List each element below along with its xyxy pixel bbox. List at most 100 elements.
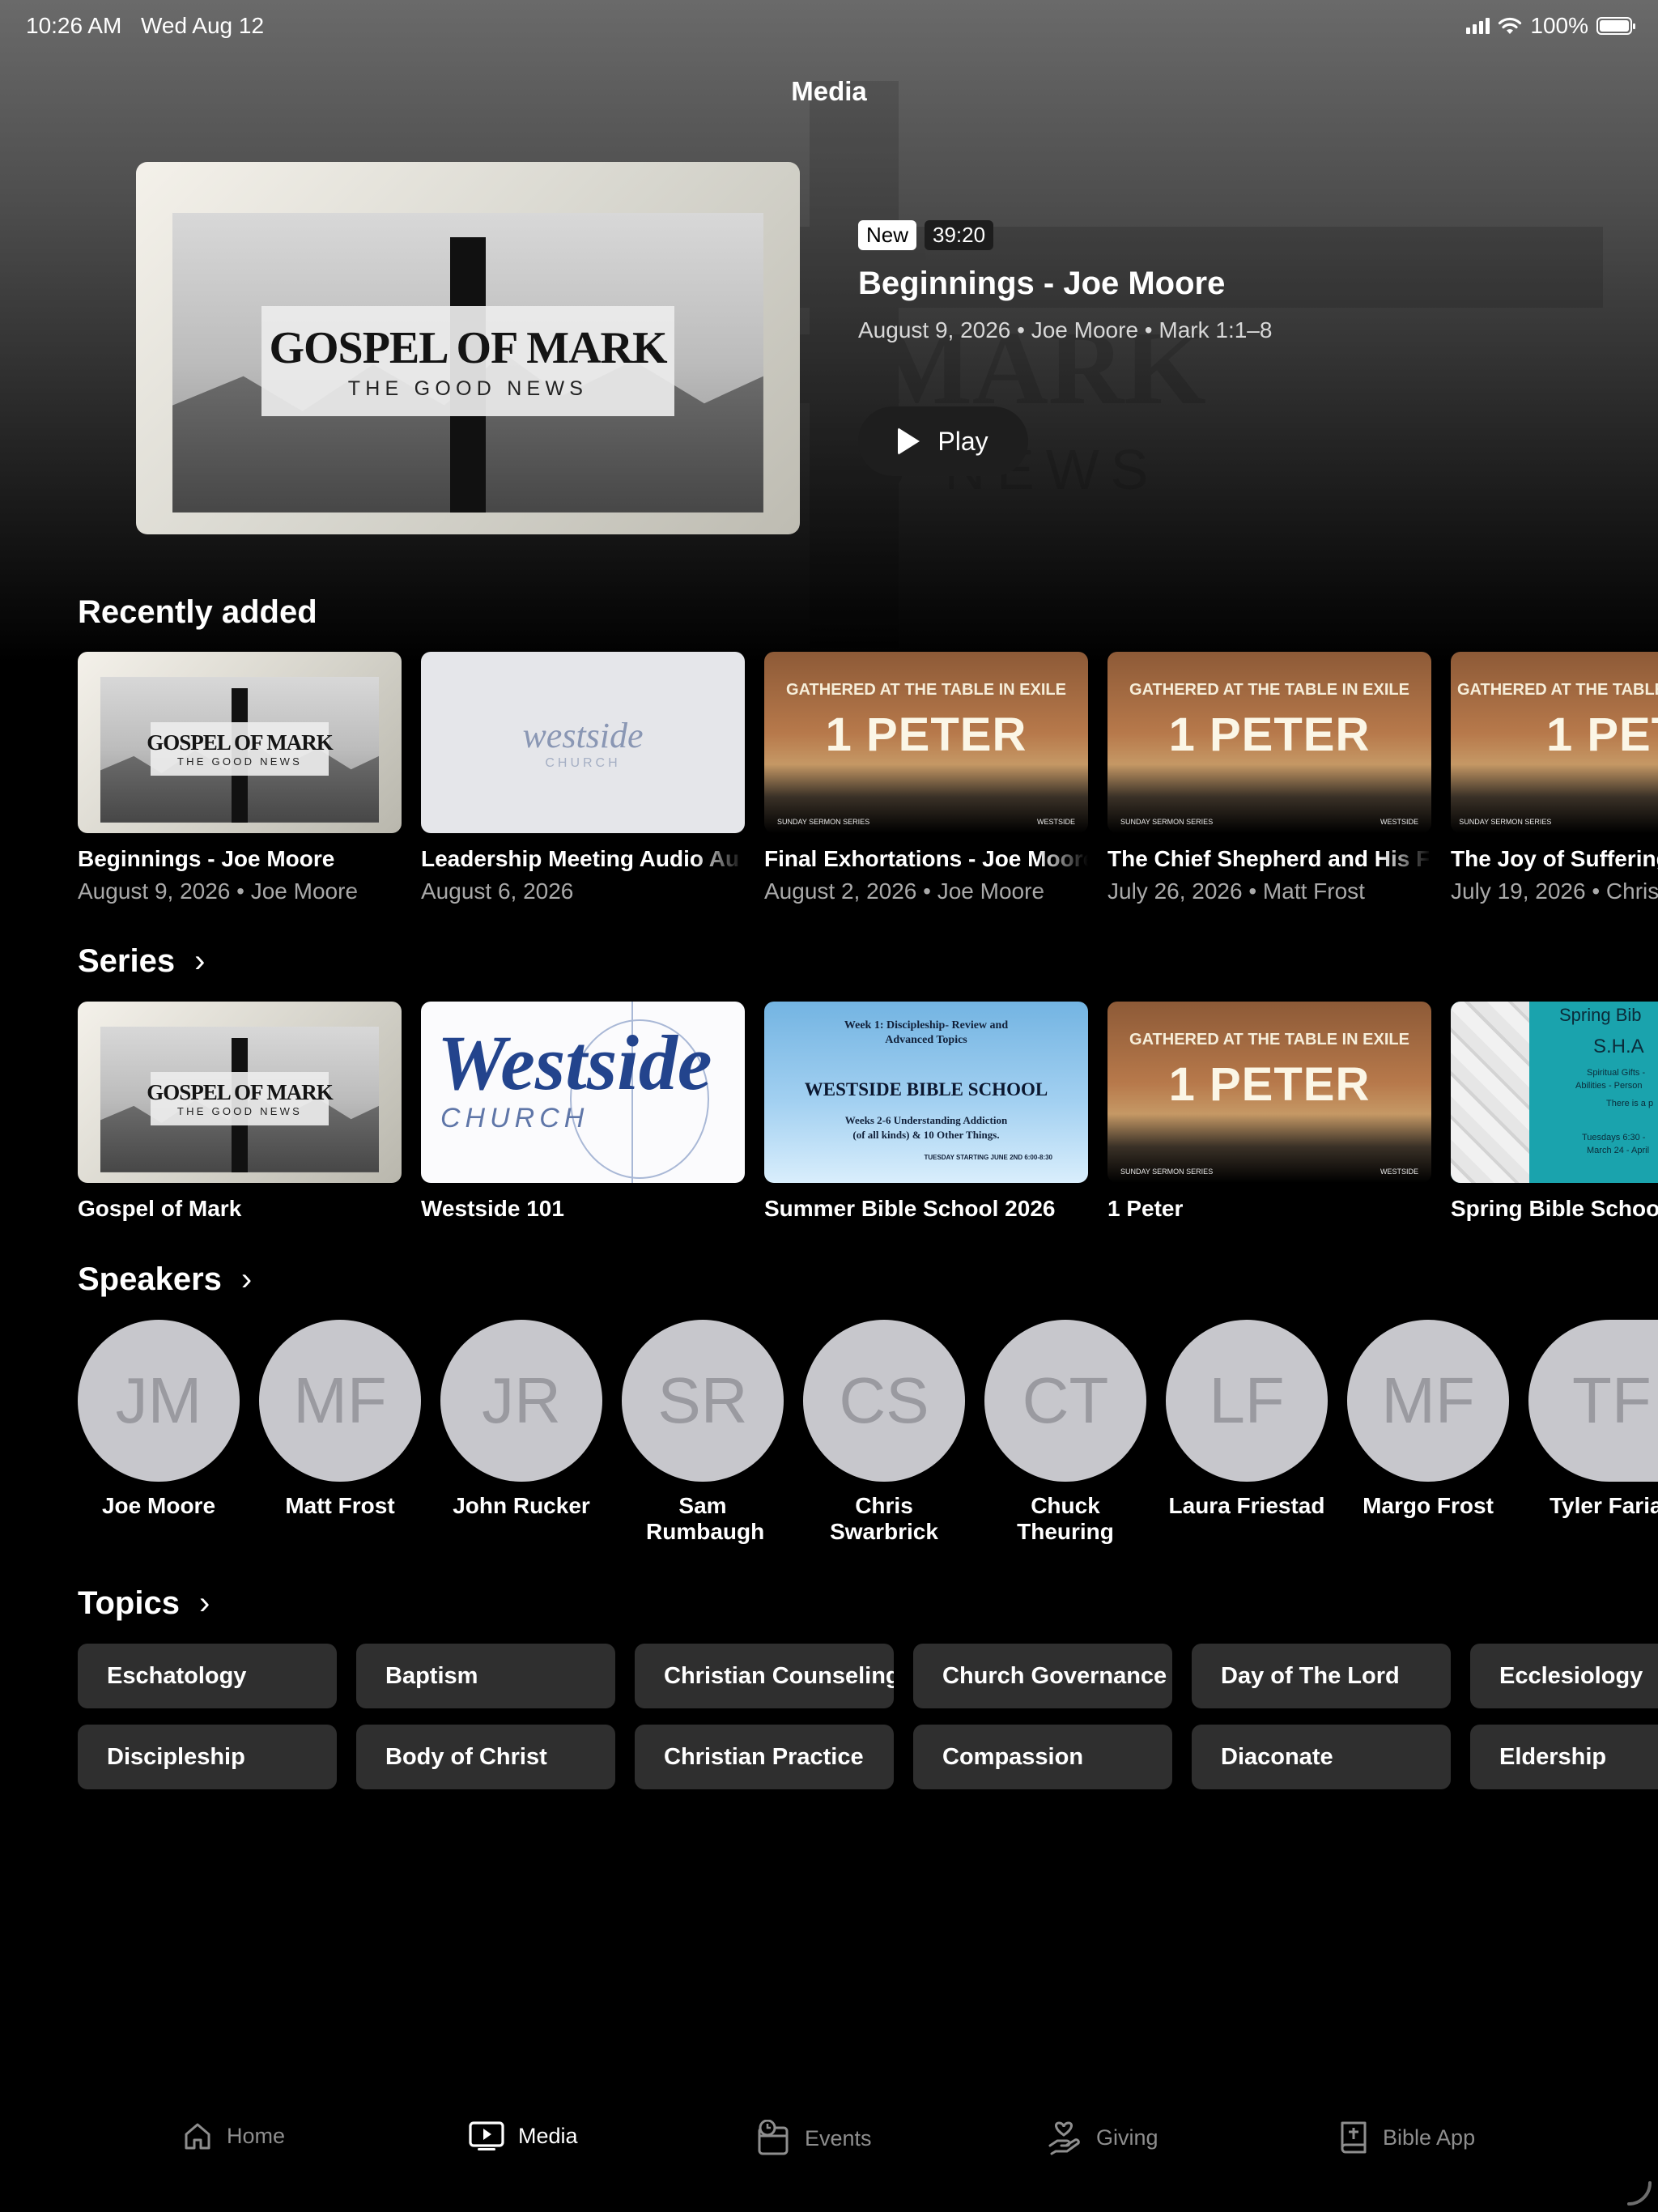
series-item-2-artwork[interactable]: Westside CHURCH xyxy=(421,1002,745,1183)
series-item-3-artwork[interactable]: Week 1: Discipleship- Review and Advance… xyxy=(764,1002,1088,1183)
series-heading[interactable]: Series › xyxy=(78,943,205,980)
wifi-icon xyxy=(1499,17,1522,34)
art-footer: WESTSIDE xyxy=(1036,818,1075,827)
recent-item-5-title[interactable]: The Joy of Suffering xyxy=(1451,846,1658,872)
house-icon xyxy=(185,2123,210,2150)
art-subtitle: GATHERED AT THE TABLE IN EXILE xyxy=(1457,680,1658,699)
tab-home-label: Home xyxy=(227,2123,286,2148)
speakers-heading[interactable]: Speakers › xyxy=(78,1261,252,1298)
tab-giving-label: Giving xyxy=(1096,2125,1158,2150)
tab-giving[interactable]: Giving xyxy=(1048,2120,1158,2155)
speaker-avatar[interactable]: JM xyxy=(78,1320,240,1482)
speaker-name[interactable]: Matt Frost xyxy=(251,1493,429,1519)
battery-percent: 100% xyxy=(1530,13,1588,38)
topic-chip[interactable]: Christian Practice xyxy=(635,1725,894,1789)
status-bar: 10:26 AM Wed Aug 12 100% xyxy=(26,13,1635,45)
hero-title: Beginnings - Joe Moore xyxy=(858,266,1226,301)
topic-chip[interactable]: Eschatology xyxy=(78,1644,337,1708)
series-item-3-title[interactable]: Summer Bible School 2026 xyxy=(764,1196,1088,1222)
speaker-name[interactable]: Margo Frost xyxy=(1339,1493,1517,1519)
art-footer: SUNDAY SERMON SERIES xyxy=(1120,1168,1214,1176)
book-plus-icon xyxy=(1341,2121,1367,2154)
speaker-avatar[interactable]: SR xyxy=(622,1320,784,1482)
hand-heart-icon xyxy=(1048,2121,1080,2155)
tab-events[interactable]: Events xyxy=(756,2120,872,2157)
new-badge: New xyxy=(858,220,917,250)
series-item-4-artwork[interactable]: GATHERED AT THE TABLE IN EXILE 1 PETER S… xyxy=(1107,1002,1431,1183)
speaker-name[interactable]: Chuck Theuring xyxy=(976,1493,1154,1545)
art-title: 1 PETER xyxy=(1168,1058,1371,1112)
play-label: Play xyxy=(937,426,988,456)
speaker-avatar[interactable]: JR xyxy=(440,1320,602,1482)
topic-chip[interactable]: Body of Christ xyxy=(356,1725,615,1789)
speaker-avatar[interactable]: LF xyxy=(1166,1320,1328,1482)
art-text: Weeks 2-6 Understanding Addiction (of al… xyxy=(844,1114,1008,1141)
speaker-name[interactable]: Joe Moore xyxy=(70,1493,248,1519)
recent-item-2-artwork[interactable]: westside CHURCH xyxy=(421,652,745,833)
topics-heading[interactable]: Topics › xyxy=(78,1585,210,1622)
resize-handle-icon[interactable] xyxy=(1626,2180,1653,2207)
speaker-name[interactable]: Tyler Faria xyxy=(1550,1493,1658,1519)
recent-item-3-title[interactable]: Final Exhortations - Joe Moore xyxy=(764,846,1088,872)
tab-home[interactable]: Home xyxy=(181,2120,285,2152)
series-item-2-title[interactable]: Westside 101 xyxy=(421,1196,745,1222)
topic-chip[interactable]: Christian Counseling xyxy=(635,1644,894,1708)
art-subtitle: GATHERED AT THE TABLE IN EXILE xyxy=(1129,1030,1409,1049)
art-text: March 24 - April xyxy=(1587,1146,1650,1155)
recent-item-1-subtitle: August 9, 2026 • Joe Moore xyxy=(78,878,359,904)
chevron-right-icon: › xyxy=(194,943,206,979)
art-footer: SUNDAY SERMON SERIES xyxy=(1120,818,1214,827)
hero-art-title: GOSPEL OF MARK xyxy=(269,322,667,373)
art-title: Spring Bib xyxy=(1559,1005,1642,1025)
duration-badge: 39:20 xyxy=(925,220,994,250)
art-footer: WESTSIDE xyxy=(1380,1168,1418,1176)
series-item-1-artwork[interactable]: GOSPEL OF MARK THE GOOD NEWS xyxy=(78,1002,402,1183)
speaker-avatar[interactable]: CT xyxy=(984,1320,1146,1482)
topic-chip[interactable]: Eldership xyxy=(1470,1725,1658,1789)
recent-item-1-artwork[interactable]: GOSPEL OF MARK THE GOOD NEWS xyxy=(78,652,402,833)
art-title: 1 PETER xyxy=(1546,708,1658,762)
recent-item-1-title[interactable]: Beginnings - Joe Moore xyxy=(78,846,402,872)
series-item-5-artwork[interactable]: Spring Bib S.H.A Spiritual Gifts - Abili… xyxy=(1451,1002,1658,1183)
play-button[interactable]: Play xyxy=(858,406,1028,476)
topic-chip[interactable]: Church Governance xyxy=(913,1644,1172,1708)
hero-artwork[interactable]: GOSPEL OF MARK THE GOOD NEWS xyxy=(136,162,800,534)
speakers-title: Speakers xyxy=(78,1261,222,1297)
speaker-avatar[interactable]: CS xyxy=(803,1320,965,1482)
tab-bible-app[interactable]: Bible App xyxy=(1337,2120,1475,2155)
hero-art-subtitle: THE GOOD NEWS xyxy=(347,376,589,400)
series-item-1-title[interactable]: Gospel of Mark xyxy=(78,1196,402,1222)
art-subtitle: THE GOOD NEWS xyxy=(176,1104,303,1117)
art-footer: SUNDAY SERMON SERIES xyxy=(1459,818,1552,827)
tab-media[interactable]: Media xyxy=(468,2120,578,2152)
recent-item-4-title[interactable]: The Chief Shepherd and His Flock xyxy=(1107,846,1431,872)
speaker-name[interactable]: Sam Rumbaugh xyxy=(614,1493,792,1545)
tab-events-label: Events xyxy=(805,2125,872,2150)
art-subtitle: GATHERED AT THE TABLE IN EXILE xyxy=(1129,680,1409,699)
art-text: Week 1: Discipleship- Review and Advance… xyxy=(844,1019,1009,1047)
topic-chip[interactable]: Compassion xyxy=(913,1725,1172,1789)
speaker-avatar[interactable]: TF xyxy=(1528,1320,1658,1482)
series-item-4-title[interactable]: 1 Peter xyxy=(1107,1196,1431,1222)
speaker-name[interactable]: Chris Swarbrick xyxy=(795,1493,973,1545)
speaker-name[interactable]: Laura Friestad xyxy=(1158,1493,1336,1519)
recent-item-5-artwork[interactable]: GATHERED AT THE TABLE IN EXILE 1 PETER S… xyxy=(1451,652,1658,833)
topic-chip[interactable]: Discipleship xyxy=(78,1725,337,1789)
speaker-avatar[interactable]: MF xyxy=(259,1320,421,1482)
topic-chip[interactable]: Diaconate xyxy=(1192,1725,1451,1789)
recent-item-2-title[interactable]: Leadership Meeting Audio Au xyxy=(421,846,745,872)
topics-title: Topics xyxy=(78,1585,180,1621)
chevron-right-icon: › xyxy=(198,1585,210,1621)
tab-bible-app-label: Bible App xyxy=(1383,2125,1476,2150)
speaker-name[interactable]: John Rucker xyxy=(432,1493,610,1519)
topic-chip[interactable]: Ecclesiology xyxy=(1470,1644,1658,1708)
art-footer: SUNDAY SERMON SERIES xyxy=(777,818,870,827)
speaker-avatar[interactable]: MF xyxy=(1347,1320,1509,1482)
art-subtitle: CHURCH xyxy=(440,1103,589,1134)
recent-item-3-artwork[interactable]: GATHERED AT THE TABLE IN EXILE 1 PETER S… xyxy=(764,652,1088,833)
topic-chip[interactable]: Baptism xyxy=(356,1644,615,1708)
series-item-5-title[interactable]: Spring Bible School xyxy=(1451,1196,1658,1222)
recent-item-4-artwork[interactable]: GATHERED AT THE TABLE IN EXILE 1 PETER S… xyxy=(1107,652,1431,833)
art-title: WESTSIDE BIBLE SCHOOL xyxy=(804,1079,1048,1100)
topic-chip[interactable]: Day of The Lord xyxy=(1192,1644,1451,1708)
